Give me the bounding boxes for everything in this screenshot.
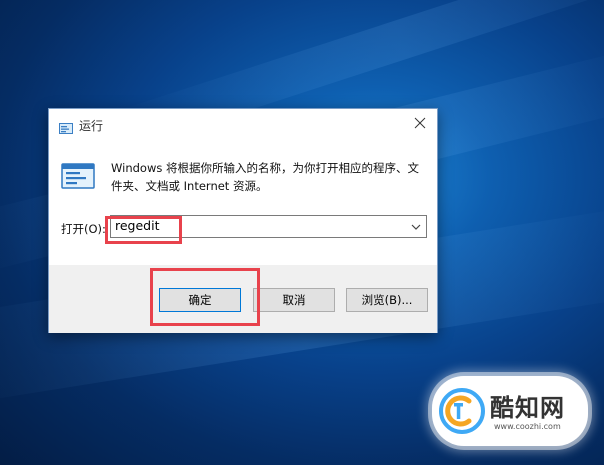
watermark-name: 酷知网 [490, 393, 565, 422]
desktop-background: 运行 Windows 将根据你所输入的名称，为你打开相应的程序、文件夹、文档或 … [0, 0, 604, 465]
dropdown-button[interactable] [406, 216, 426, 237]
close-icon [414, 117, 426, 129]
input-highlight-box [105, 216, 182, 244]
ok-highlight-box [150, 268, 260, 326]
browse-button[interactable]: 浏览(B)... [346, 288, 428, 312]
close-button[interactable] [403, 109, 437, 137]
watermark: 酷知网 www.coozhi.com [432, 376, 588, 446]
cancel-button[interactable]: 取消 [253, 288, 335, 312]
dialog-title: 运行 [79, 119, 104, 133]
open-label: 打开(O): [61, 222, 106, 236]
watermark-url: www.coozhi.com [494, 422, 561, 431]
coozhi-logo-icon [438, 387, 486, 435]
chevron-down-icon [411, 224, 421, 230]
run-icon [61, 163, 95, 189]
dialog-description: Windows 将根据你所输入的名称，为你打开相应的程序、文件夹、文档或 Int… [111, 161, 419, 193]
title-bar[interactable]: 运行 [49, 109, 437, 139]
run-icon [59, 119, 73, 134]
